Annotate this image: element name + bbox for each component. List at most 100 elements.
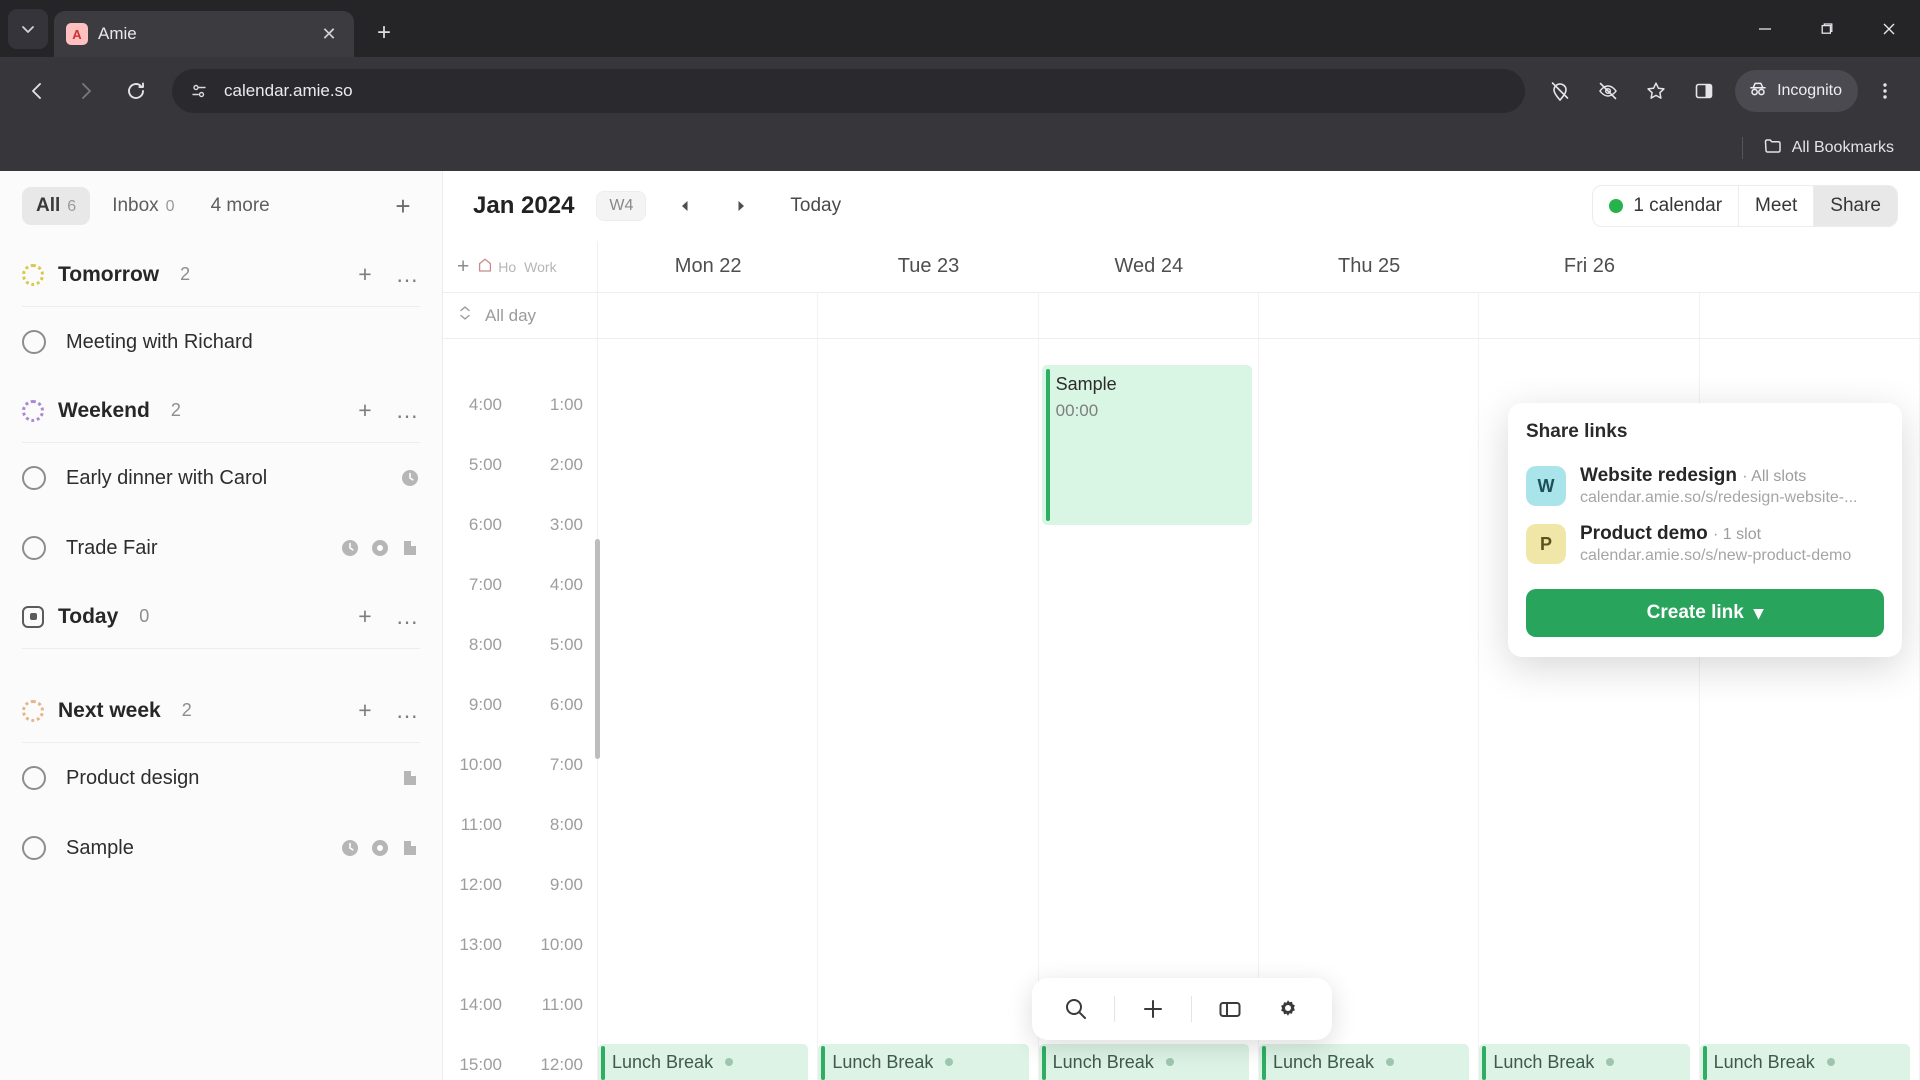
- forward-icon[interactable]: [64, 69, 108, 113]
- timezone-work[interactable]: Work: [524, 259, 556, 275]
- panel-icon[interactable]: [1204, 986, 1256, 1032]
- day-header[interactable]: Mon 22: [598, 241, 818, 292]
- day-column-mon[interactable]: [598, 339, 819, 1080]
- next-week-button[interactable]: [724, 189, 758, 223]
- all-day-cell[interactable]: [1479, 293, 1700, 338]
- reload-icon[interactable]: [114, 69, 158, 113]
- lunch-break-event[interactable]: Lunch Break: [1038, 1044, 1249, 1080]
- maximize-icon[interactable]: [1796, 0, 1858, 57]
- minimize-icon[interactable]: [1734, 0, 1796, 57]
- collapse-icon[interactable]: [457, 304, 473, 327]
- task-checkbox[interactable]: [22, 330, 46, 354]
- add-list-button[interactable]: +: [386, 189, 420, 223]
- task-checkbox[interactable]: [22, 536, 46, 560]
- time-label-secondary: 2:00: [549, 455, 583, 474]
- group-header[interactable]: Weekend 2 + …: [22, 397, 420, 443]
- week-number-pill[interactable]: W4: [596, 191, 647, 221]
- group-more-button[interactable]: …: [394, 697, 420, 724]
- lunch-break-event[interactable]: Lunch Break: [1699, 1044, 1910, 1080]
- task-row[interactable]: Sample: [22, 813, 420, 883]
- group-more-button[interactable]: …: [394, 261, 420, 288]
- prev-week-button[interactable]: [668, 189, 702, 223]
- group-more-button[interactable]: …: [394, 603, 420, 630]
- filter-all[interactable]: All 6: [22, 187, 91, 225]
- address-bar[interactable]: calendar.amie.so: [172, 69, 1526, 113]
- all-day-cell[interactable]: [598, 293, 819, 338]
- url-text: calendar.amie.so: [224, 81, 353, 100]
- location-off-icon[interactable]: [1539, 70, 1581, 112]
- day-header-partial[interactable]: [1700, 241, 1920, 292]
- day-header[interactable]: Tue 23: [818, 241, 1038, 292]
- calendar-scrollbar-thumb[interactable]: [595, 539, 600, 759]
- share-button[interactable]: Share: [1814, 186, 1897, 226]
- create-link-button[interactable]: Create link ▾: [1526, 589, 1884, 637]
- browser-tab[interactable]: A Amie ✕: [54, 11, 354, 57]
- all-day-cell[interactable]: [1259, 293, 1480, 338]
- side-panel-icon[interactable]: [1683, 70, 1725, 112]
- lunch-break-event[interactable]: Lunch Break: [1258, 1044, 1470, 1080]
- window-close-icon[interactable]: [1858, 0, 1920, 57]
- calendars-chip[interactable]: 1 calendar: [1593, 186, 1740, 226]
- share-link-row[interactable]: W Website redesign · All slots calendar.…: [1526, 457, 1884, 515]
- add-task-button[interactable]: +: [352, 603, 378, 630]
- calendar-event[interactable]: Sample 00:00: [1041, 365, 1252, 525]
- bookmark-star-icon[interactable]: [1635, 70, 1677, 112]
- lunch-break-event[interactable]: Lunch Break: [1479, 1044, 1690, 1080]
- site-settings-icon[interactable]: [186, 78, 212, 104]
- add-task-button[interactable]: +: [352, 261, 378, 288]
- timezone-home[interactable]: Ho: [477, 257, 516, 276]
- filter-inbox[interactable]: Inbox 0: [98, 187, 188, 225]
- day-header[interactable]: Fri 26: [1479, 241, 1699, 292]
- calendar-month-label: Jan 2024: [473, 192, 575, 219]
- all-bookmarks-button[interactable]: All Bookmarks: [1753, 130, 1904, 167]
- eye-off-icon[interactable]: [1587, 70, 1629, 112]
- group-actions: + …: [352, 697, 420, 724]
- lunch-break-event[interactable]: Lunch Break: [818, 1044, 1029, 1080]
- task-checkbox[interactable]: [22, 466, 46, 490]
- add-task-button[interactable]: +: [352, 397, 378, 424]
- group-more-button[interactable]: …: [394, 397, 420, 424]
- plus-icon[interactable]: [1127, 986, 1179, 1032]
- all-day-cell[interactable]: [818, 293, 1039, 338]
- lunch-break-event[interactable]: Lunch Break: [598, 1044, 809, 1080]
- task-row[interactable]: Trade Fair: [22, 513, 420, 583]
- all-day-cell[interactable]: [1039, 293, 1259, 338]
- today-button[interactable]: Today: [780, 189, 851, 223]
- task-checkbox[interactable]: [22, 836, 46, 860]
- time-label-primary: 5:00: [468, 455, 502, 474]
- event-dot-icon: [945, 1058, 954, 1066]
- three-dot-menu-icon[interactable]: [1864, 70, 1906, 112]
- filter-more[interactable]: 4 more: [197, 187, 284, 225]
- day-column-thu[interactable]: [1259, 339, 1480, 1080]
- day-header[interactable]: Wed 24: [1039, 241, 1259, 292]
- day-column-wed[interactable]: Sample 00:00: [1039, 339, 1259, 1080]
- time-label-secondary: 11:00: [541, 995, 583, 1014]
- group-header[interactable]: Today 0 + …: [22, 603, 420, 649]
- group-header[interactable]: Next week 2 + …: [22, 697, 420, 743]
- dotted-circle-orange-icon: [22, 699, 44, 722]
- back-icon[interactable]: [14, 69, 58, 113]
- group-header[interactable]: Tomorrow 2 + …: [22, 261, 420, 307]
- close-icon[interactable]: ✕: [316, 21, 342, 47]
- task-checkbox[interactable]: [22, 766, 46, 790]
- task-row[interactable]: Early dinner with Carol: [22, 443, 420, 513]
- day-header[interactable]: Thu 25: [1259, 241, 1479, 292]
- meet-button[interactable]: Meet: [1739, 186, 1815, 226]
- day-column-tue[interactable]: [818, 339, 1039, 1080]
- add-timezone-button[interactable]: +: [457, 255, 469, 279]
- timezone-header: + Ho Work: [443, 241, 598, 292]
- task-row[interactable]: Product design: [22, 743, 420, 813]
- event-dot-icon: [1606, 1058, 1615, 1066]
- dock-divider: [1113, 996, 1115, 1022]
- add-task-button[interactable]: +: [352, 697, 378, 724]
- new-tab-button[interactable]: +: [364, 13, 404, 53]
- share-link-row[interactable]: P Product demo · 1 slot calendar.amie.so…: [1526, 515, 1884, 573]
- gear-icon[interactable]: [1262, 986, 1314, 1032]
- incognito-profile-chip[interactable]: Incognito: [1735, 70, 1858, 112]
- all-day-cell[interactable]: [1700, 293, 1920, 338]
- record-circle-icon: [370, 538, 390, 558]
- task-row[interactable]: Meeting with Richard: [22, 307, 420, 377]
- tab-search-icon[interactable]: [8, 9, 48, 49]
- search-icon[interactable]: [1050, 986, 1102, 1032]
- time-label-secondary: 1:00: [549, 395, 583, 414]
